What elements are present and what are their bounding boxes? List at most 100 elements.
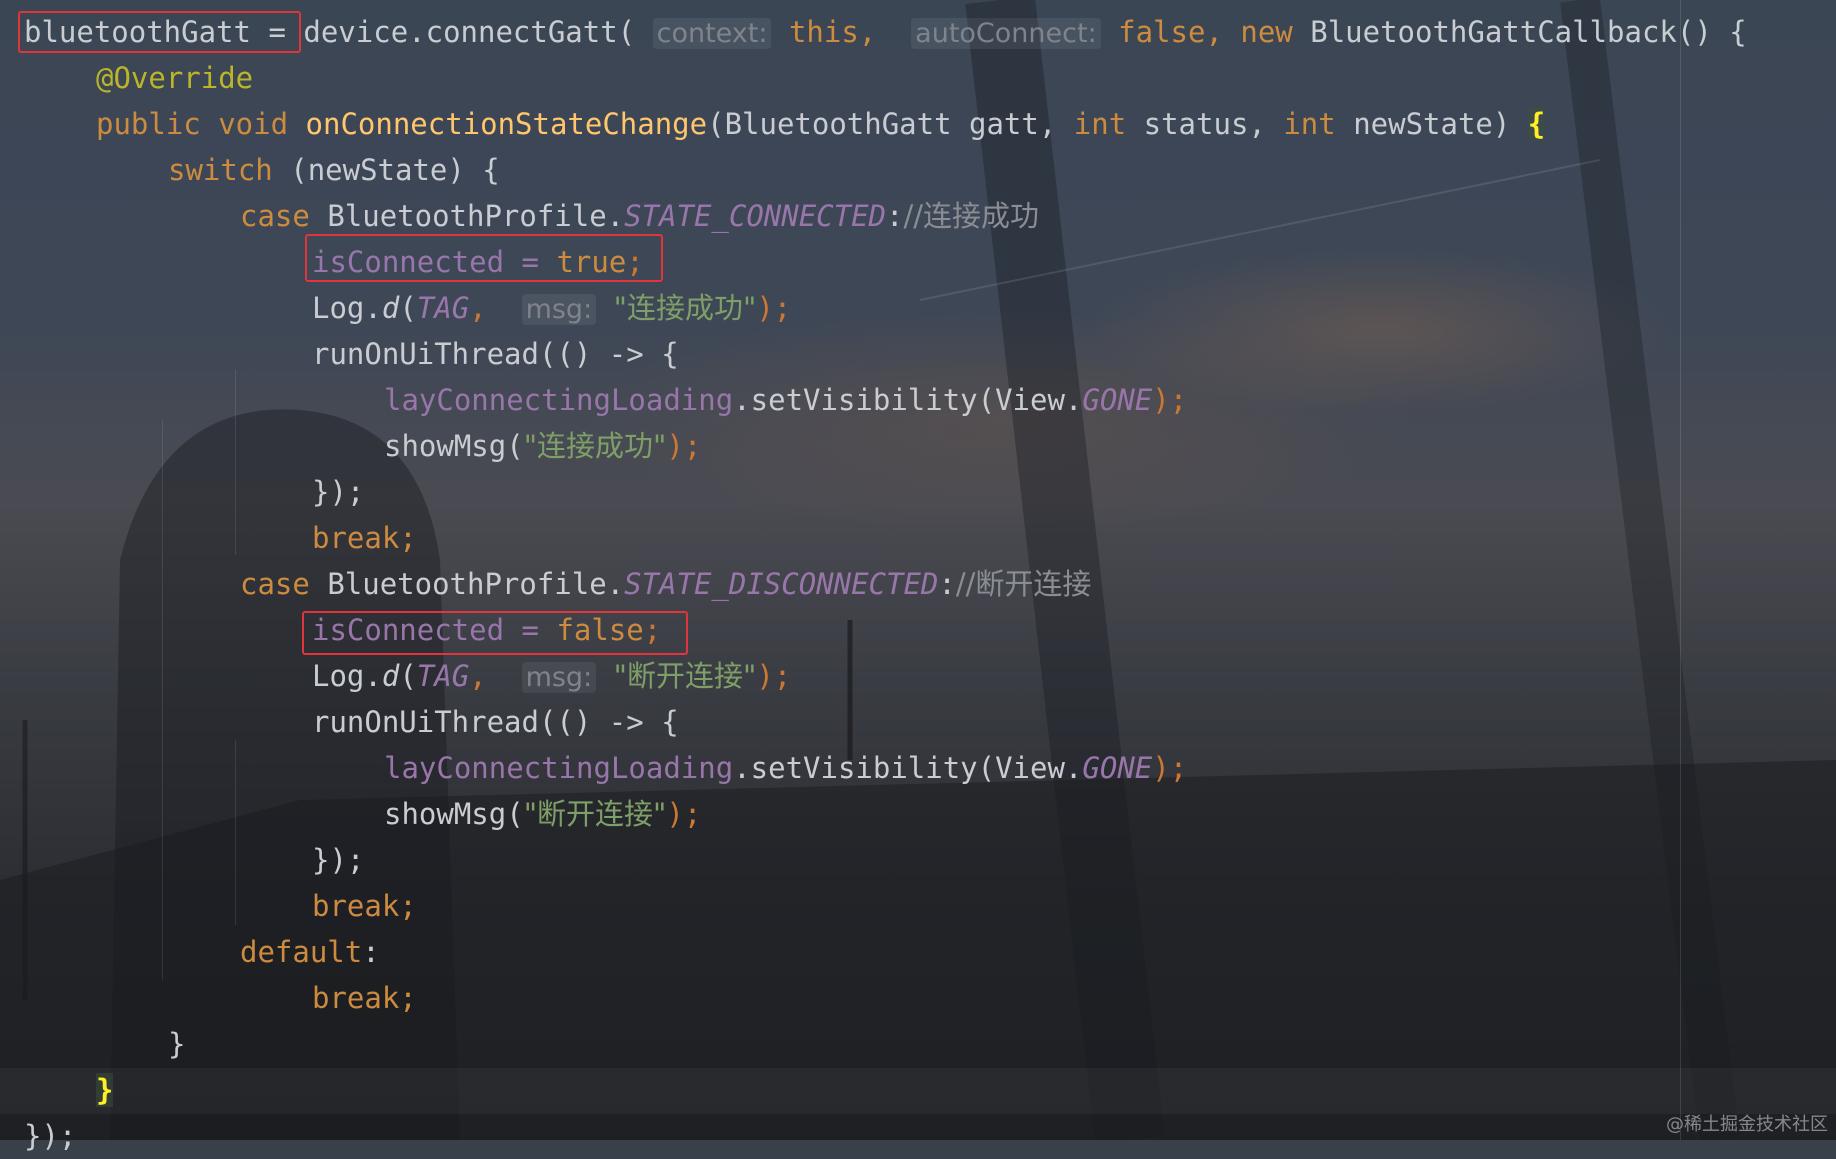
close-paren-semi: );	[666, 429, 702, 463]
showmsg-call: showMsg(	[384, 429, 524, 463]
code-line-9[interactable]: layConnectingLoading.setVisibility(View.…	[384, 377, 1187, 423]
arg-false: false,	[1118, 15, 1223, 49]
code-line-14[interactable]: isConnected = false;	[312, 607, 661, 653]
code-line-7[interactable]: Log.d(TAG, msg: "连接成功");	[312, 285, 791, 331]
indent-guide	[235, 370, 236, 555]
code-line-13[interactable]: case BluetoothProfile.STATE_DISCONNECTED…	[240, 561, 1091, 607]
class-bluetoothprofile: BluetoothProfile.	[327, 567, 625, 601]
code-line-12[interactable]: break;	[312, 515, 417, 561]
code-line-19[interactable]: });	[312, 837, 364, 883]
close-paren-semi: );	[1152, 383, 1188, 417]
code-line-15[interactable]: Log.d(TAG, msg: "断开连接");	[312, 653, 791, 699]
semicolon: ;	[643, 613, 662, 647]
string-literal: "断开连接"	[613, 659, 757, 693]
colon: :	[886, 199, 904, 233]
paren-open: (	[399, 659, 417, 693]
code-line-25[interactable]: });	[24, 1113, 76, 1159]
param-status: status,	[1143, 107, 1266, 141]
code-line-18[interactable]: showMsg("断开连接");	[384, 791, 701, 837]
close-paren-semi: );	[666, 797, 702, 831]
comma: ,	[469, 659, 487, 693]
param-hint-context: context:	[652, 18, 772, 49]
showmsg-call: showMsg(	[384, 797, 524, 831]
close-paren-semi: );	[1152, 751, 1188, 785]
comment-disconnected: //断开连接	[955, 567, 1092, 601]
variable-bluetoothgatt: bluetoothGatt	[24, 15, 251, 49]
code-line-16[interactable]: runOnUiThread(() -> {	[312, 699, 679, 745]
set-visibility-call: .setVisibility(View.	[733, 383, 1083, 417]
keyword-new: new	[1240, 15, 1293, 49]
keyword-break: break;	[312, 981, 417, 1015]
code-line-22[interactable]: break;	[312, 975, 417, 1021]
param-hint-msg: msg:	[521, 294, 597, 325]
switch-close-brace: }	[168, 1027, 186, 1061]
code-line-10[interactable]: showMsg("连接成功");	[384, 423, 701, 469]
keyword-case: case	[240, 199, 310, 233]
log-method-d: d	[381, 291, 400, 325]
class-bluetoothprofile: BluetoothProfile.	[327, 199, 625, 233]
matched-brace-close: }	[96, 1073, 114, 1107]
lambda-close: });	[312, 475, 365, 509]
current-line-highlight	[0, 1068, 1836, 1114]
comma: ,	[469, 291, 487, 325]
matched-brace-open: {	[1527, 107, 1546, 141]
value-false: false	[556, 613, 644, 647]
code-line-21[interactable]: default:	[240, 929, 380, 975]
param-hint-msg: msg:	[521, 662, 597, 693]
constant-state-disconnected: STATE_DISCONNECTED	[624, 567, 939, 601]
code-line-11[interactable]: });	[312, 469, 364, 515]
field-layconnectingloading: layConnectingLoading	[384, 383, 734, 417]
colon: :	[362, 935, 380, 969]
connect-gatt-call: device.connectGatt(	[303, 15, 636, 49]
log-class: Log.	[312, 659, 382, 693]
assign-operator: =	[268, 15, 286, 49]
code-line-6[interactable]: isConnected = true;	[312, 239, 644, 285]
isconnected-assign: isConnected =	[312, 245, 557, 279]
code-line-2[interactable]: @Override	[96, 55, 253, 101]
type-int: int	[1283, 107, 1336, 141]
param-newstate: newState)	[1353, 107, 1511, 141]
string-literal: "连接成功"	[613, 291, 757, 325]
param-hint-autoconnect: autoConnect:	[911, 18, 1101, 49]
indent-guide	[235, 740, 236, 925]
method-name: onConnectionStateChange	[305, 107, 708, 141]
code-line-17[interactable]: layConnectingLoading.setVisibility(View.…	[384, 745, 1187, 791]
callback-close: });	[24, 1119, 77, 1153]
switch-expression: (newState) {	[290, 153, 500, 187]
close-paren-semi: );	[756, 291, 792, 325]
code-line-1[interactable]: bluetoothGatt = device.connectGatt( cont…	[24, 9, 1747, 55]
log-class: Log.	[312, 291, 382, 325]
constant-tag: TAG	[416, 291, 470, 325]
constant-gone: GONE	[1082, 383, 1153, 417]
code-line-4[interactable]: switch (newState) {	[168, 147, 500, 193]
code-line-24[interactable]: }	[96, 1067, 114, 1113]
keyword-switch: switch	[168, 153, 273, 187]
string-literal: "断开连接"	[523, 797, 667, 831]
keyword-default: default	[240, 935, 363, 969]
semicolon: ;	[626, 245, 644, 279]
constant-gone: GONE	[1082, 751, 1153, 785]
code-line-5[interactable]: case BluetoothProfile.STATE_CONNECTED://…	[240, 193, 1039, 239]
callback-class: BluetoothGattCallback() {	[1310, 15, 1747, 49]
code-line-3[interactable]: public void onConnectionStateChange(Blue…	[96, 101, 1546, 147]
type-int: int	[1073, 107, 1127, 141]
keyword-break: break;	[312, 889, 417, 923]
constant-tag: TAG	[416, 659, 470, 693]
run-on-ui-thread: runOnUiThread(() -> {	[312, 337, 679, 371]
code-line-23[interactable]: }	[168, 1021, 185, 1067]
colon: :	[938, 567, 956, 601]
override-annotation: @Override	[96, 61, 254, 95]
right-margin-guide	[1680, 0, 1681, 1140]
code-line-20[interactable]: break;	[312, 883, 417, 929]
keyword-case: case	[240, 567, 310, 601]
string-literal: "连接成功"	[523, 429, 667, 463]
lambda-close: });	[312, 843, 365, 877]
keyword-public-void: public void	[96, 107, 289, 141]
keyword-break: break;	[312, 521, 417, 555]
arg-this: this,	[788, 15, 877, 49]
paren-open: (	[399, 291, 417, 325]
close-paren-semi: );	[756, 659, 792, 693]
value-true: true	[556, 245, 627, 279]
param-gatt: (BluetoothGatt gatt,	[707, 107, 1057, 141]
code-line-8[interactable]: runOnUiThread(() -> {	[312, 331, 679, 377]
